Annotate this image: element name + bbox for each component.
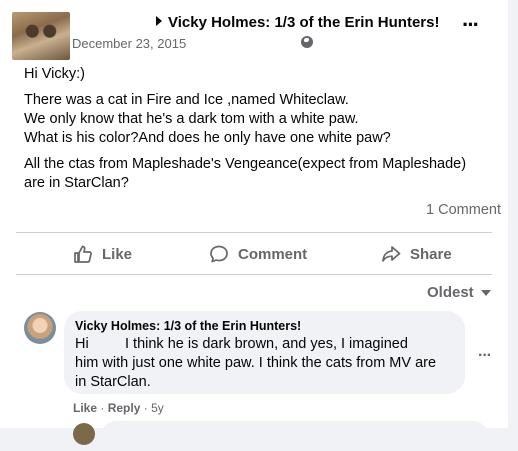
comment-text-line: I think he is dark brown, and yes, I ima… — [125, 336, 408, 352]
post-author-name[interactable]: Vicky Holmes: 1/3 of the Erin Hunters! — [168, 14, 439, 31]
post-text-line: We only know that he's a dark tom with a… — [24, 111, 359, 127]
divider — [16, 274, 492, 275]
caret-down-icon — [480, 289, 491, 296]
meta-separator: · — [143, 401, 152, 415]
comment-options-icon[interactable]: ··· — [478, 347, 492, 365]
post-text-line: Hi Vicky:) — [24, 66, 85, 82]
author-avatar[interactable] — [12, 12, 70, 60]
comment-text-line: him with just one white paw. I think the… — [75, 355, 437, 371]
post-author[interactable]: Vicky Holmes: 1/3 of the Erin Hunters! — [156, 14, 439, 31]
comment-button[interactable]: Comment — [209, 244, 307, 264]
commenter-avatar[interactable] — [24, 312, 56, 344]
like-label: Like — [102, 245, 133, 263]
comment-sort-dropdown[interactable]: Oldest — [427, 284, 491, 301]
comment-text-line: in StarClan. — [75, 374, 151, 390]
share-arrow-icon — [382, 246, 401, 262]
comment-like-link[interactable]: Like — [73, 401, 97, 415]
play-triangle-icon — [156, 16, 162, 26]
divider — [16, 232, 492, 233]
comment-text-line: Hi — [75, 336, 89, 352]
share-label: Share — [410, 245, 452, 263]
post-text-line: There was a cat in Fire and Ice ,named W… — [24, 92, 349, 108]
comment-meta: Like · Reply · 5y — [73, 401, 164, 415]
speech-bubble-icon — [210, 245, 228, 263]
thumbs-up-icon — [74, 245, 92, 263]
post-date[interactable]: December 23, 2015 — [72, 36, 186, 51]
comment-reply-link[interactable]: Reply — [108, 401, 141, 415]
comment-label: Comment — [238, 245, 308, 263]
page-background — [508, 0, 518, 428]
share-button[interactable]: Share — [381, 244, 452, 264]
post-text-line: What is his color?And does he only have … — [24, 130, 391, 146]
post-text-line: are in StarClan? — [24, 175, 129, 191]
more-horizontal-icon[interactable]: ··· — [462, 14, 480, 36]
post-text-line: All the ctas from Mapleshade's Vengeance… — [24, 156, 467, 172]
comment-age[interactable]: 5y — [151, 401, 164, 415]
comment-count[interactable]: 1 Comment — [426, 202, 501, 218]
comment-author[interactable]: Vicky Holmes: 1/3 of the Erin Hunters! — [75, 319, 301, 333]
meta-separator: · — [100, 401, 108, 415]
globe-icon — [301, 36, 313, 48]
like-button[interactable]: Like — [73, 244, 132, 264]
reply-avatar[interactable] — [73, 423, 95, 445]
comment-sort-label: Oldest — [427, 284, 474, 301]
reply-bubble — [101, 421, 488, 451]
